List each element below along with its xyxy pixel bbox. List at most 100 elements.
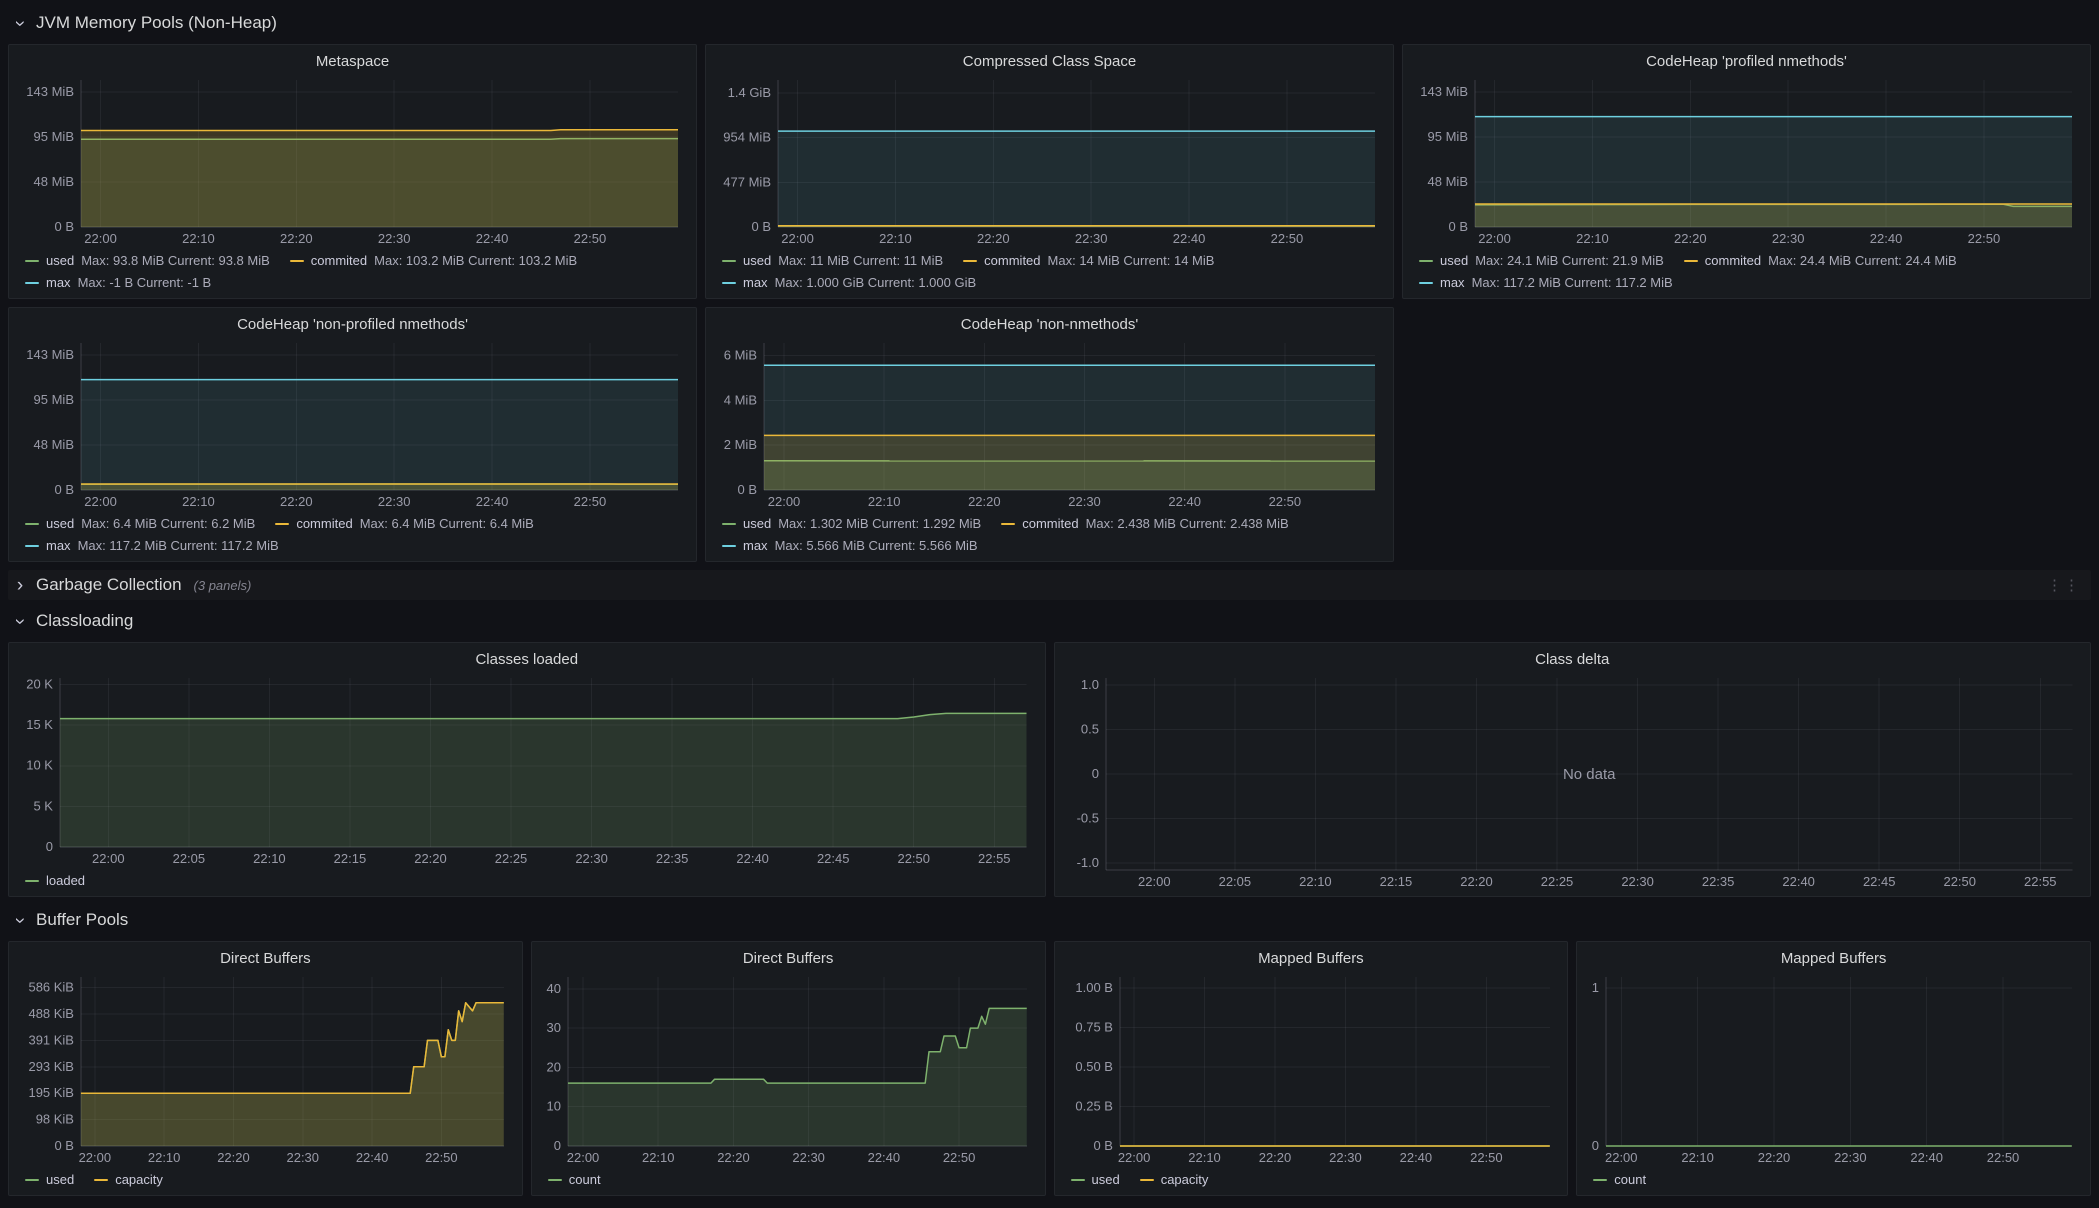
chart-area[interactable]: 0 B48 MiB95 MiB143 MiB22:0022:1022:2022:…: [17, 72, 688, 249]
x-tick-label: 22:30: [1329, 1150, 1362, 1165]
x-tick-label: 22:20: [717, 1150, 750, 1165]
legend-item-used[interactable]: used: [25, 1170, 74, 1189]
y-tick-label: 1.00 B: [1075, 980, 1113, 995]
legend-label: loaded: [46, 871, 85, 890]
chart-area[interactable]: 0122:0022:1022:2022:3022:4022:50: [1585, 969, 2082, 1168]
time-series-chart[interactable]: 01020304022:0022:1022:2022:3022:4022:50: [540, 969, 1037, 1168]
legend-item-max[interactable]: maxMax: -1 B Current: -1 B: [25, 273, 211, 292]
legend-marker-icon: [25, 880, 39, 882]
section-header-jvm-memory-pools[interactable]: › JVM Memory Pools (Non-Heap): [8, 8, 2091, 38]
chevron-right-icon: ›: [12, 576, 28, 595]
x-tick-label: 22:30: [1772, 231, 1805, 246]
x-tick-label: 22:50: [574, 231, 607, 246]
y-tick-label: 10 K: [26, 758, 53, 773]
panel-title[interactable]: Class delta: [1063, 645, 2083, 670]
legend-item-commited[interactable]: commitedMax: 2.438 MiB Current: 2.438 Mi…: [1001, 514, 1288, 533]
legend-item-commited[interactable]: commitedMax: 6.4 MiB Current: 6.4 MiB: [275, 514, 533, 533]
legend-stats: Max: 5.566 MiB Current: 5.566 MiB: [775, 536, 978, 555]
legend-item-capacity[interactable]: capacity: [1140, 1170, 1209, 1189]
section-header-garbage-collection[interactable]: › Garbage Collection (3 panels) ⋮⋮: [8, 570, 2091, 600]
y-tick-label: 5 K: [33, 798, 53, 813]
panel-title[interactable]: Classes loaded: [17, 645, 1037, 670]
time-series-chart[interactable]: 0 B0.25 B0.50 B0.75 B1.00 B22:0022:1022:…: [1063, 969, 1560, 1168]
chart-area[interactable]: 01020304022:0022:1022:2022:3022:4022:50: [540, 969, 1037, 1168]
panel-mapped-buffers-bytes: Mapped Buffers0 B0.25 B0.50 B0.75 B1.00 …: [1054, 941, 1569, 1196]
x-tick-label: 22:40: [476, 231, 509, 246]
chart-area[interactable]: -1.0-0.500.51.022:0022:0522:1022:1522:20…: [1063, 670, 2083, 892]
time-series-chart[interactable]: -1.0-0.500.51.022:0022:0522:1022:1522:20…: [1063, 670, 2083, 892]
legend-label: used: [1440, 251, 1468, 270]
panel-title[interactable]: Mapped Buffers: [1585, 944, 2082, 969]
panel-title[interactable]: Metaspace: [17, 47, 688, 72]
panel-title[interactable]: Direct Buffers: [540, 944, 1037, 969]
legend-item-max[interactable]: maxMax: 1.000 GiB Current: 1.000 GiB: [722, 273, 976, 292]
series-fill: [568, 1008, 1027, 1146]
time-series-chart[interactable]: 0 B98 KiB195 KiB293 KiB391 KiB488 KiB586…: [17, 969, 514, 1168]
legend-item-commited[interactable]: commitedMax: 103.2 MiB Current: 103.2 Mi…: [290, 251, 577, 270]
x-tick-label: 22:50: [1943, 874, 1976, 889]
legend-label: commited: [311, 251, 367, 270]
x-tick-label: 22:10: [1682, 1150, 1715, 1165]
panel-title[interactable]: Compressed Class Space: [714, 47, 1385, 72]
legend-item-used[interactable]: usedMax: 24.1 MiB Current: 21.9 MiB: [1419, 251, 1664, 270]
drag-handle-icon[interactable]: ⋮⋮: [2047, 576, 2081, 594]
axis-lines: [1606, 977, 2072, 1146]
legend-item-max[interactable]: maxMax: 117.2 MiB Current: 117.2 MiB: [1419, 273, 1673, 292]
panel-title[interactable]: CodeHeap 'profiled nmethods': [1411, 47, 2082, 72]
time-series-chart[interactable]: 0 B48 MiB95 MiB143 MiB22:0022:1022:2022:…: [17, 335, 688, 512]
legend-item-used[interactable]: usedMax: 6.4 MiB Current: 6.2 MiB: [25, 514, 255, 533]
legend-stats: Max: -1 B Current: -1 B: [78, 273, 212, 292]
legend-item-used[interactable]: usedMax: 93.8 MiB Current: 93.8 MiB: [25, 251, 270, 270]
x-tick-label: 22:40: [1870, 231, 1903, 246]
chart-area[interactable]: 0 B48 MiB95 MiB143 MiB22:0022:1022:2022:…: [17, 335, 688, 512]
panel-codeheap-profiled-nmethods: CodeHeap 'profiled nmethods'0 B48 MiB95 …: [1402, 44, 2091, 299]
time-series-chart[interactable]: 0 B48 MiB95 MiB143 MiB22:0022:1022:2022:…: [1411, 72, 2082, 249]
time-series-chart[interactable]: 0 B48 MiB95 MiB143 MiB22:0022:1022:2022:…: [17, 72, 688, 249]
section-title-jvm: JVM Memory Pools (Non-Heap): [36, 13, 277, 33]
legend-item-count[interactable]: count: [548, 1170, 601, 1189]
chart-area[interactable]: 0 B477 MiB954 MiB1.4 GiB22:0022:1022:202…: [714, 72, 1385, 249]
y-tick-label: 20 K: [26, 677, 53, 692]
series-commited: [764, 435, 1375, 490]
legend-item-count[interactable]: count: [1593, 1170, 1646, 1189]
chevron-down-icon: ›: [12, 612, 28, 631]
panel-class-delta: Class delta-1.0-0.500.51.022:0022:0522:1…: [1054, 642, 2092, 897]
time-series-chart[interactable]: 0122:0022:1022:2022:3022:4022:50: [1585, 969, 2082, 1168]
grid-lines: [1606, 977, 2072, 1146]
chart-area[interactable]: 0 B2 MiB4 MiB6 MiB22:0022:1022:2022:3022…: [714, 335, 1385, 512]
legend-item-commited[interactable]: commitedMax: 14 MiB Current: 14 MiB: [963, 251, 1214, 270]
section-header-buffer-pools[interactable]: › Buffer Pools: [8, 905, 2091, 935]
chart-area[interactable]: 0 B48 MiB95 MiB143 MiB22:0022:1022:2022:…: [1411, 72, 2082, 249]
legend-marker-icon: [25, 523, 39, 525]
chart-area[interactable]: 05 K10 K15 K20 K22:0022:0522:1022:1522:2…: [17, 670, 1037, 869]
legend-item-loaded[interactable]: loaded: [25, 871, 85, 890]
series-commited: [81, 130, 678, 227]
section-header-classloading[interactable]: › Classloading: [8, 606, 2091, 636]
chart-area[interactable]: 0 B0.25 B0.50 B0.75 B1.00 B22:0022:1022:…: [1063, 969, 1560, 1168]
y-tick-label: 0: [46, 839, 53, 854]
chart-area[interactable]: 0 B98 KiB195 KiB293 KiB391 KiB488 KiB586…: [17, 969, 514, 1168]
legend-item-capacity[interactable]: capacity: [94, 1170, 163, 1189]
legend-item-max[interactable]: maxMax: 5.566 MiB Current: 5.566 MiB: [722, 536, 978, 555]
y-tick-label: 293 KiB: [28, 1059, 73, 1074]
series-fill: [81, 484, 678, 490]
panel-title[interactable]: Direct Buffers: [17, 944, 514, 969]
x-tick-label: 22:00: [1138, 874, 1171, 889]
panel-title[interactable]: CodeHeap 'non-nmethods': [714, 310, 1385, 335]
time-series-chart[interactable]: 05 K10 K15 K20 K22:0022:0522:1022:1522:2…: [17, 670, 1037, 869]
x-tick-label: 22:00: [84, 231, 117, 246]
panel-title[interactable]: CodeHeap 'non-profiled nmethods': [17, 310, 688, 335]
time-series-chart[interactable]: 0 B2 MiB4 MiB6 MiB22:0022:1022:2022:3022…: [714, 335, 1385, 512]
legend-item-used[interactable]: used: [1071, 1170, 1120, 1189]
time-series-chart[interactable]: 0 B477 MiB954 MiB1.4 GiB22:0022:1022:202…: [714, 72, 1385, 249]
panel-title[interactable]: Mapped Buffers: [1063, 944, 1560, 969]
legend-item-used[interactable]: usedMax: 1.302 MiB Current: 1.292 MiB: [722, 514, 981, 533]
legend-item-max[interactable]: maxMax: 117.2 MiB Current: 117.2 MiB: [25, 536, 279, 555]
legend-item-commited[interactable]: commitedMax: 24.4 MiB Current: 24.4 MiB: [1684, 251, 1957, 270]
legend: usedMax: 1.302 MiB Current: 1.292 MiB com…: [714, 512, 1385, 557]
x-axis-labels: 22:0022:1022:2022:3022:4022:50: [84, 494, 606, 509]
x-tick-label: 22:10: [1188, 1150, 1221, 1165]
empty-grid-slot: [1402, 307, 2091, 562]
y-tick-label: 954 MiB: [723, 130, 771, 145]
legend-item-used[interactable]: usedMax: 11 MiB Current: 11 MiB: [722, 251, 943, 270]
